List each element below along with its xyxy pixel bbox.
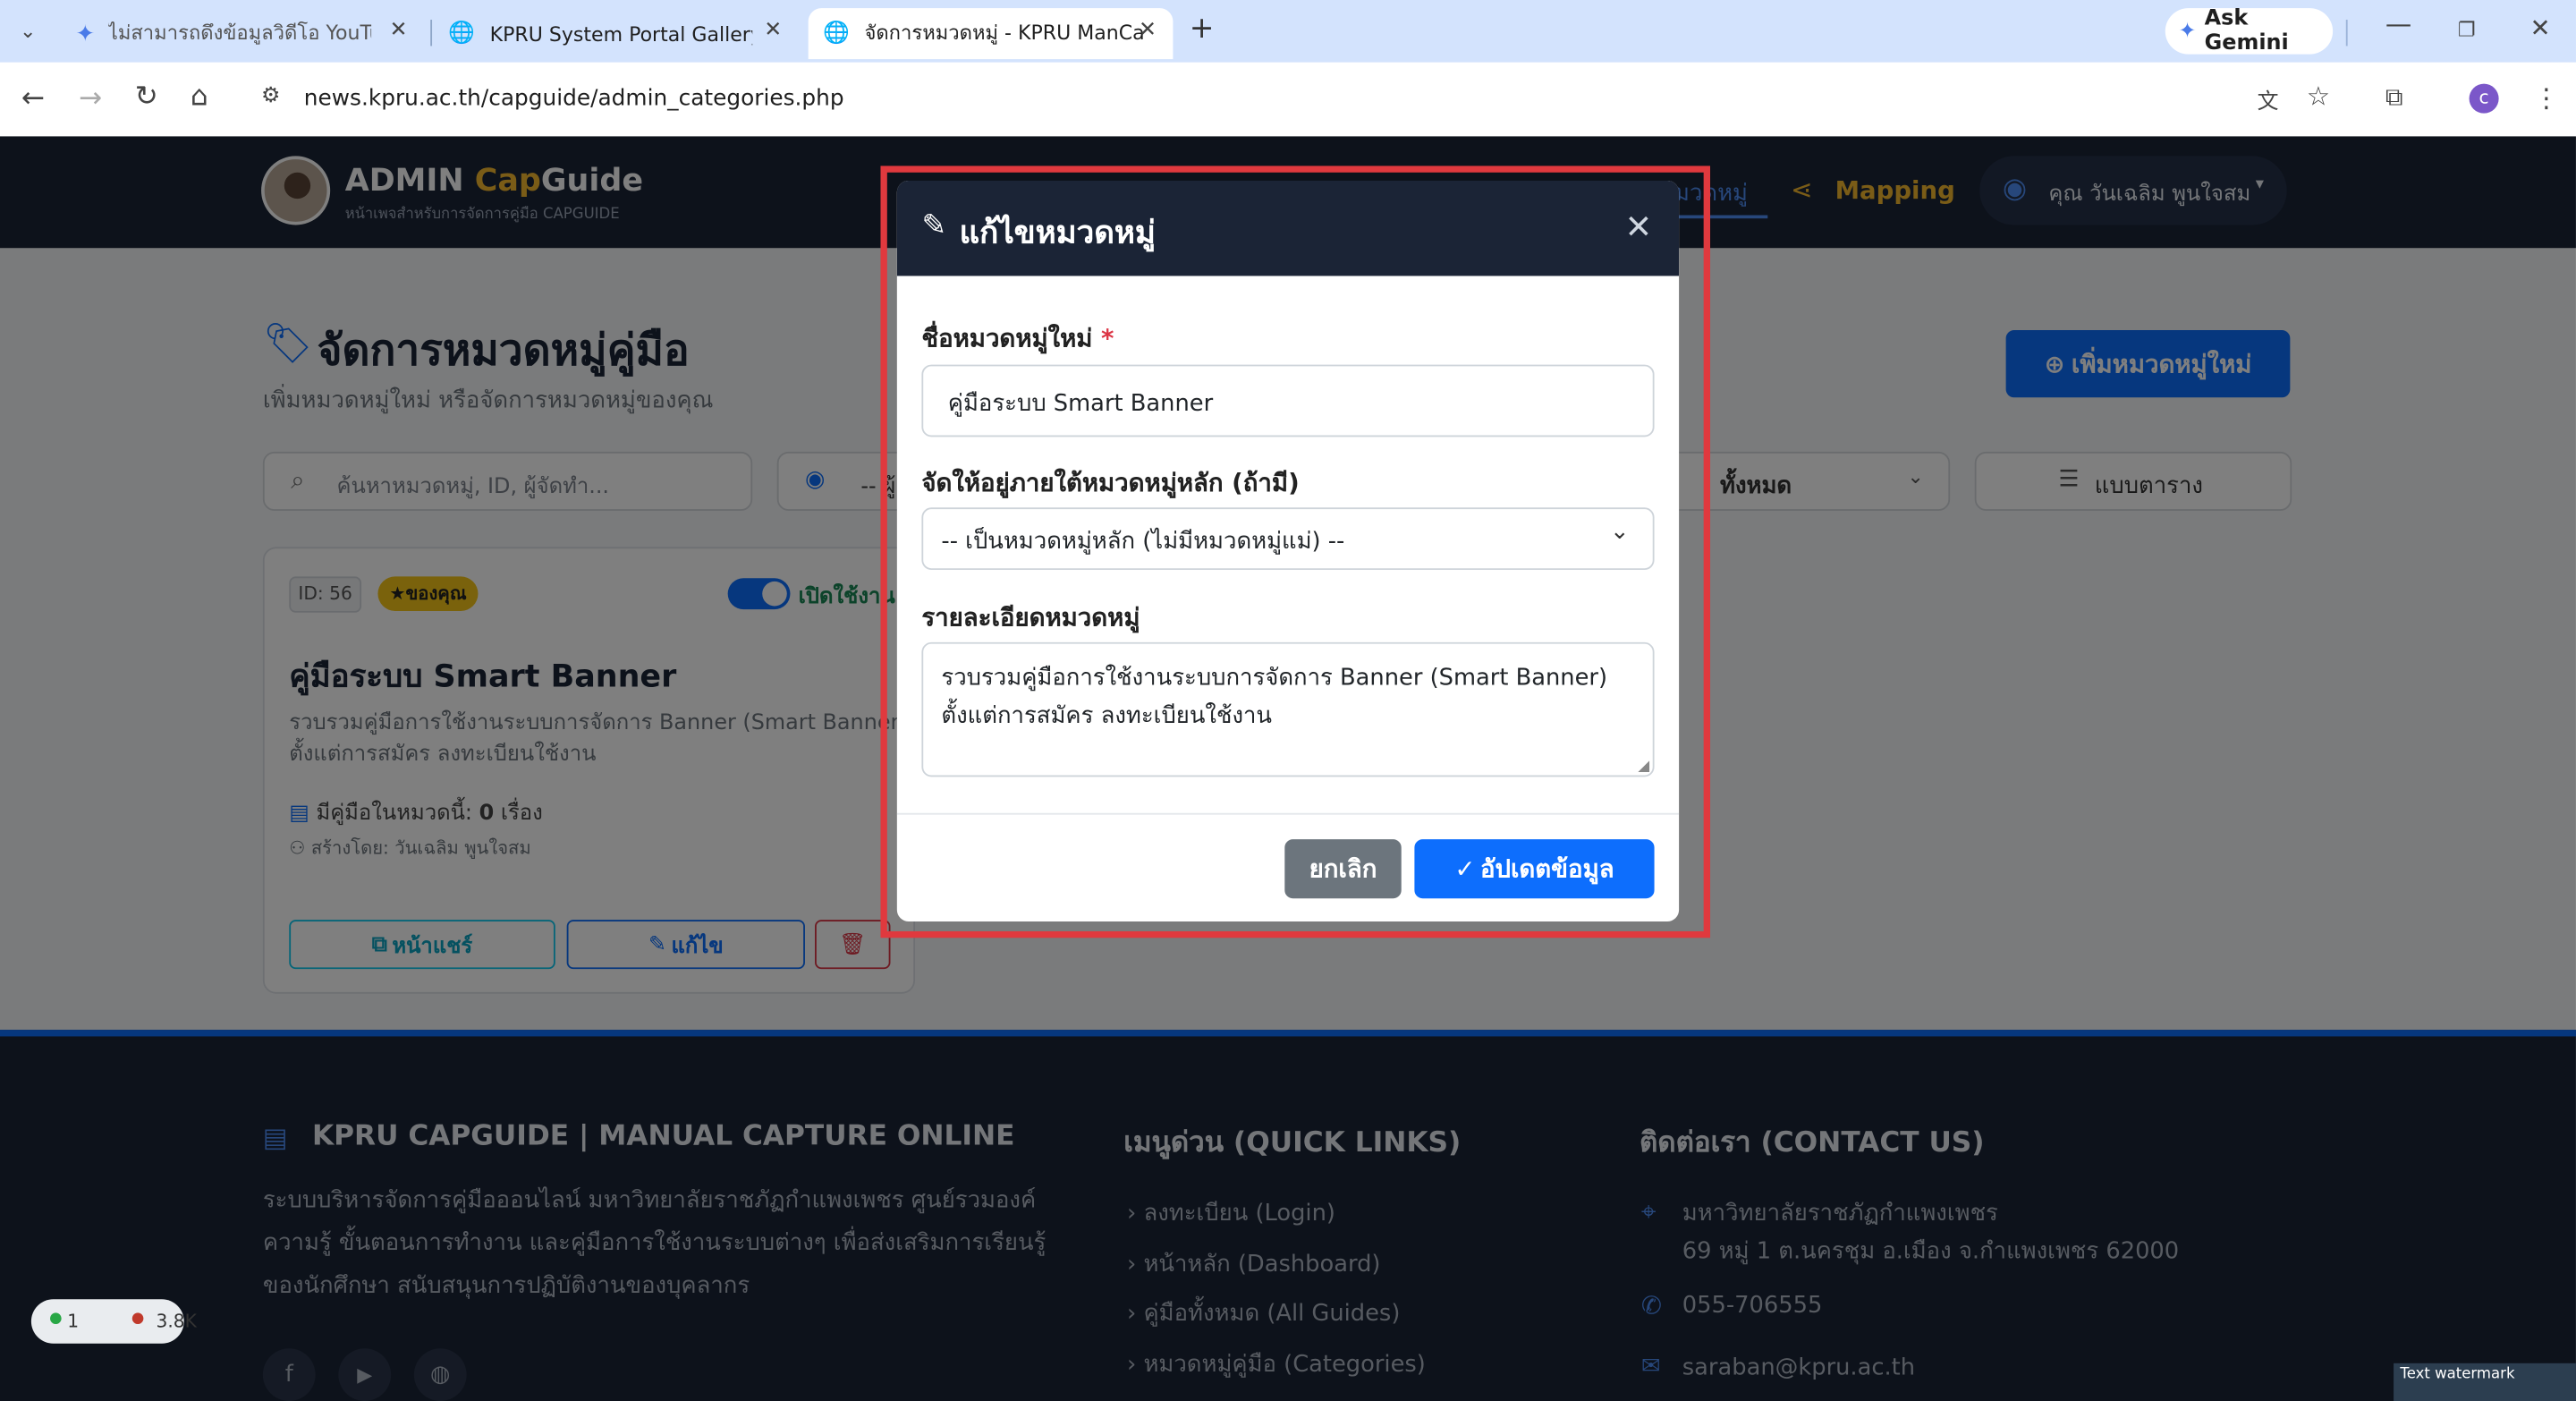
tab-close-icon[interactable]: ✕ [1139,18,1157,43]
online-count: 1 [67,1311,80,1332]
gemini-sparkle-icon: ✦ [75,20,96,47]
tab-kpru-portal-gallery[interactable]: 🌐 KPRU System Portal Gallery ✕ [434,8,799,59]
tab-close-icon[interactable]: ✕ [764,18,782,43]
minimize-icon[interactable]: — [2385,10,2411,38]
tab-title: KPRU System Portal Gallery [489,21,753,46]
translate-icon[interactable]: 文 [2258,84,2279,115]
watermark: Text watermark [2394,1363,2576,1401]
home-icon[interactable]: ⌂ [191,83,208,112]
tab-title: จัดการหมวดหมู่ - KPRU ManCap [864,21,1144,45]
visitor-stats-widget: ● 1 ● 3.8K [30,1299,197,1344]
ask-gemini-label: Ask Gemini [2204,6,2289,56]
forward-icon[interactable]: → [79,85,102,113]
tab-youtube-error[interactable]: ✦ ไม่สามารถดึงข้อมูลวิดีโอ YouTube ✕ [59,8,424,59]
tab-separator [430,20,433,47]
eye-icon: ● [131,1311,145,1328]
restore-icon[interactable]: ❐ [2458,16,2476,44]
gemini-sparkle-icon: ✦ [2178,19,2197,44]
online-dot-icon: ● [49,1311,63,1328]
new-tab-button[interactable]: + [1190,14,1215,44]
tab-close-icon[interactable]: ✕ [389,18,407,43]
globe-icon: 🌐 [823,21,850,47]
reload-icon[interactable]: ↻ [135,83,158,112]
site-info-icon[interactable]: ⚙ [261,84,280,109]
ask-gemini-button[interactable]: ✦ Ask Gemini [2165,6,2334,56]
globe-icon: 🌐 [448,21,476,47]
address-bar[interactable]: ⚙ news.kpru.ac.th/capguide/admin_categor… [244,73,2363,125]
toolbar-separator [2345,20,2348,47]
bookmark-star-icon[interactable]: ☆ [2307,81,2330,112]
extensions-icon[interactable]: ⧉ [2385,83,2403,112]
browser-menu-icon[interactable]: ⋮ [2533,84,2559,112]
profile-initial: c [2479,87,2489,109]
back-icon[interactable]: ← [21,85,45,113]
tab-manage-categories[interactable]: 🌐 จัดการหมวดหมู่ - KPRU ManCap ✕ [808,8,1174,60]
highlight-box [880,166,1711,938]
watermark-text: Text watermark [2400,1366,2515,1383]
tab-title: ไม่สามารถดึงข้อมูลวิดีโอ YouTube [107,21,371,45]
view-count: 3.8K [156,1311,197,1332]
url-text: news.kpru.ac.th/capguide/admin_categorie… [303,85,844,112]
profile-avatar[interactable]: c [2469,83,2499,114]
close-window-icon[interactable]: ✕ [2530,14,2551,43]
browser-tab-strip: ⌄ ✦ ไม่สามารถดึงข้อมูลวิดีโอ YouTube ✕ 🌐… [0,0,2576,63]
tab-search-dropdown-icon[interactable]: ⌄ [20,18,36,46]
